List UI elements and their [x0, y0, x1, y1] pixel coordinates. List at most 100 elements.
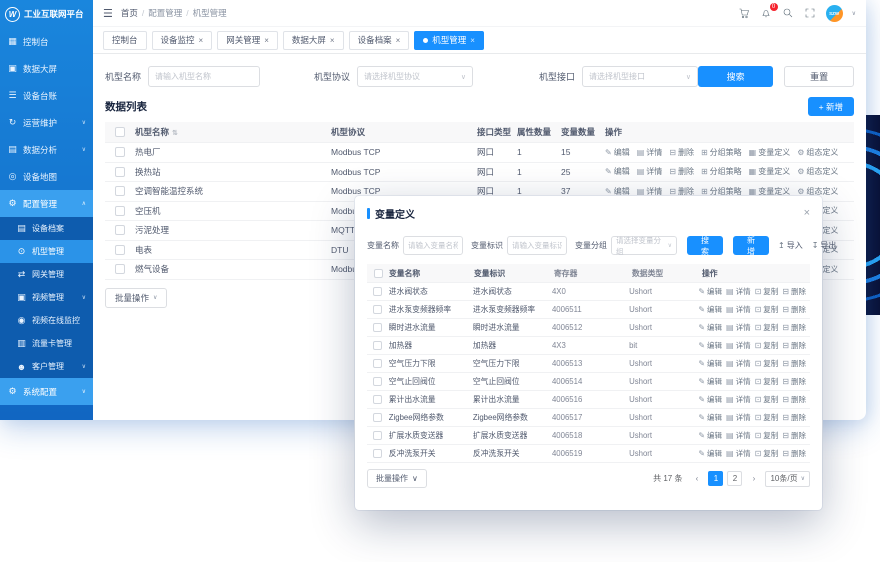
copy-button[interactable]: ⊡复制 [755, 376, 779, 387]
edit-button[interactable]: ✎编辑 [698, 286, 722, 297]
sidebar-item-customer-management[interactable]: ☻客户管理∨ [0, 355, 93, 378]
page-button-2[interactable]: 2 [727, 471, 742, 486]
edit-button[interactable]: ✎编辑 [698, 412, 722, 423]
sidebar-item-sim-card-management[interactable]: ▥流量卡管理 [0, 332, 93, 355]
tab-device-archive[interactable]: 设备档案× [349, 31, 410, 50]
conf-def-button[interactable]: ⚙组态定义 [797, 147, 838, 158]
edit-button[interactable]: ✎编辑 [698, 322, 722, 333]
select-all-checkbox[interactable] [115, 127, 125, 137]
modal-search-button[interactable]: 搜索 [687, 236, 723, 255]
sidebar-item-console[interactable]: ▦控制台 [0, 28, 93, 55]
chevron-down-icon[interactable]: ∨ [852, 10, 856, 17]
delete-button[interactable]: ⊟删除 [782, 286, 806, 297]
delete-button[interactable]: ⊟删除 [782, 322, 806, 333]
collapse-sidebar-icon[interactable]: ☰ [103, 7, 113, 20]
detail-button[interactable]: ▤详情 [726, 394, 751, 405]
delete-button[interactable]: ⊟删除 [782, 358, 806, 369]
breadcrumb-item[interactable]: 机型管理 [193, 7, 227, 19]
delete-button[interactable]: ⊟删除 [782, 394, 806, 405]
prev-page-button[interactable]: ‹ [689, 471, 704, 486]
avatar[interactable]: SZW [826, 5, 843, 22]
var-def-button[interactable]: ▦变量定义 [749, 166, 791, 177]
sidebar-item-device-map[interactable]: ◎设备地图 [0, 163, 93, 190]
delete-button[interactable]: ⊟删除 [669, 147, 694, 158]
var-def-button[interactable]: ▦变量定义 [749, 147, 791, 158]
row-checkbox[interactable] [115, 206, 125, 216]
model-name-input[interactable] [148, 66, 260, 87]
row-checkbox[interactable] [373, 287, 382, 296]
copy-button[interactable]: ⊡复制 [755, 322, 779, 333]
delete-button[interactable]: ⊟删除 [782, 304, 806, 315]
close-tab-icon[interactable]: × [264, 36, 269, 45]
edit-button[interactable]: ✎编辑 [698, 358, 722, 369]
add-button[interactable]: + 新增 [808, 97, 854, 116]
row-checkbox[interactable] [373, 395, 382, 404]
row-checkbox[interactable] [115, 186, 125, 196]
edit-button[interactable]: ✎编辑 [698, 340, 722, 351]
row-checkbox[interactable] [373, 305, 382, 314]
delete-button[interactable]: ⊟删除 [782, 430, 806, 441]
import-link[interactable]: ↥ 导入 [778, 240, 803, 251]
fullscreen-icon[interactable] [804, 7, 817, 20]
conf-def-button[interactable]: ⚙组态定义 [797, 166, 838, 177]
sort-icon[interactable]: ⇅ [172, 130, 178, 137]
row-checkbox[interactable] [373, 449, 382, 458]
variable-group-select[interactable]: 请选择变量分组 ∨ [611, 236, 677, 255]
edit-button[interactable]: ✎编辑 [605, 147, 630, 158]
row-checkbox[interactable] [373, 341, 382, 350]
delete-button[interactable]: ⊟删除 [669, 166, 694, 177]
group-policy-button[interactable]: ⊞分组策略 [701, 166, 742, 177]
sidebar-item-device-ledger[interactable]: ☰设备台账 [0, 82, 93, 109]
copy-button[interactable]: ⊡复制 [755, 430, 779, 441]
detail-button[interactable]: ▤详情 [726, 304, 751, 315]
copy-button[interactable]: ⊡复制 [755, 448, 779, 459]
tab-model-management[interactable]: 机型管理× [414, 31, 484, 50]
copy-button[interactable]: ⊡复制 [755, 394, 779, 405]
sidebar-item-video-online-monitor[interactable]: ◉视频在线监控 [0, 309, 93, 332]
select-all-checkbox[interactable] [374, 269, 383, 278]
sidebar-item-operation-maintenance[interactable]: ↻运营维护∨ [0, 109, 93, 136]
per-page-select[interactable]: 10条/页∨ [765, 471, 810, 487]
tab-data-screen[interactable]: 数据大屏× [283, 31, 344, 50]
delete-button[interactable]: ⊟删除 [782, 412, 806, 423]
close-tab-icon[interactable]: × [396, 36, 401, 45]
edit-button[interactable]: ✎编辑 [605, 166, 630, 177]
sidebar-item-data-analysis[interactable]: ▤数据分析∨ [0, 136, 93, 163]
row-checkbox[interactable] [115, 147, 125, 157]
edit-button[interactable]: ✎编辑 [698, 394, 722, 405]
tab-console[interactable]: 控制台 [103, 31, 147, 50]
copy-button[interactable]: ⊡复制 [755, 286, 779, 297]
model-interface-select[interactable]: 请选择机型接口 ∨ [582, 66, 698, 87]
tab-gateway-management[interactable]: 网关管理× [217, 31, 278, 50]
close-tab-icon[interactable]: × [330, 36, 335, 45]
detail-button[interactable]: ▤详情 [726, 376, 751, 387]
cart-icon[interactable] [738, 7, 751, 20]
edit-button[interactable]: ✎编辑 [698, 430, 722, 441]
row-checkbox[interactable] [373, 413, 382, 422]
page-button-1[interactable]: 1 [708, 471, 723, 486]
edit-button[interactable]: ✎编辑 [698, 448, 722, 459]
row-checkbox[interactable] [373, 377, 382, 386]
sidebar-item-device-archive[interactable]: ▤设备档案 [0, 217, 93, 240]
copy-button[interactable]: ⊡复制 [755, 412, 779, 423]
variable-name-input[interactable] [403, 236, 463, 255]
row-checkbox[interactable] [373, 431, 382, 440]
detail-button[interactable]: ▤详情 [726, 358, 751, 369]
delete-button[interactable]: ⊟删除 [782, 376, 806, 387]
edit-button[interactable]: ✎编辑 [698, 304, 722, 315]
next-page-button[interactable]: › [746, 471, 761, 486]
delete-button[interactable]: ⊟删除 [782, 340, 806, 351]
bell-icon[interactable]: 0 [760, 7, 773, 20]
sidebar-item-data-screen[interactable]: ▣数据大屏 [0, 55, 93, 82]
tab-device-monitor[interactable]: 设备监控× [152, 31, 213, 50]
breadcrumb-item[interactable]: 配置管理 [148, 7, 182, 19]
close-tab-icon[interactable]: × [470, 36, 475, 45]
detail-button[interactable]: ▤详情 [726, 340, 751, 351]
copy-button[interactable]: ⊡复制 [755, 340, 779, 351]
row-checkbox[interactable] [373, 359, 382, 368]
search-icon[interactable] [782, 7, 795, 20]
detail-button[interactable]: ▤详情 [637, 147, 663, 158]
sidebar-item-video-management[interactable]: ▣视频管理∨ [0, 286, 93, 309]
close-icon[interactable]: × [804, 208, 810, 219]
sidebar-item-gateway-management[interactable]: ⇄网关管理 [0, 263, 93, 286]
